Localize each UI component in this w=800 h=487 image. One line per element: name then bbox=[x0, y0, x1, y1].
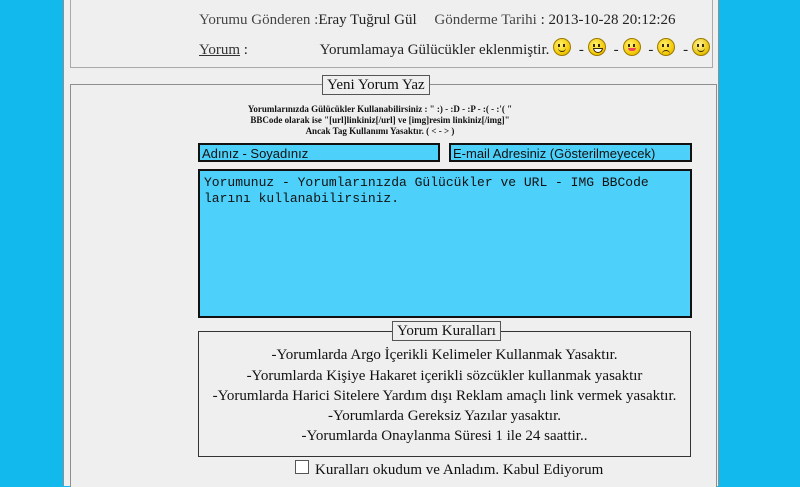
separator: - bbox=[648, 42, 654, 58]
rule-item: -Yorumlarda Gereksiz Yazılar yasaktır. bbox=[327, 408, 561, 424]
accept-rules-row[interactable]: Kuralları okudum ve Anladım. Kabul Ediyo… bbox=[295, 460, 603, 479]
separator: - bbox=[613, 42, 619, 58]
usage-notes: Yorumlarınızda Gülücükler Kullanabilirsi… bbox=[130, 104, 630, 137]
comment-textarea[interactable]: Yorumunuz - Yorumlarınızda Gülücükler ve… bbox=[198, 169, 692, 318]
date-label: Gönderme Tarihi bbox=[434, 12, 537, 28]
smiley-note: Yorumlarınızda Gülücükler Kullanabilirsi… bbox=[247, 104, 513, 114]
previous-comment-panel: Yorumu Gönderen :Eray Tuğrul Gül Gönderm… bbox=[70, 0, 713, 68]
name-input[interactable]: Adınız - Soyadınız bbox=[198, 143, 440, 162]
date-value: : 2013-10-28 20:12:26 bbox=[540, 12, 676, 28]
rule-item: -Yorumlarda Argo İçerikli Kelimeler Kull… bbox=[271, 347, 618, 363]
rules-legend: Yorum Kuralları bbox=[392, 321, 501, 341]
separator: - bbox=[578, 42, 584, 58]
comment-text-row: Yorum : Yorumlamaya Gülücükler eklenmişt… bbox=[199, 38, 711, 59]
rule-item: -Yorumlarda Harici Sitelere Yardım dışı … bbox=[212, 388, 677, 404]
sad-icon bbox=[657, 38, 676, 56]
smile-icon bbox=[553, 38, 572, 56]
comment-colon: : bbox=[243, 42, 248, 58]
accept-rules-label: Kuralları okudum ve Anladım. Kabul Ediyo… bbox=[315, 462, 604, 478]
comment-meta-row: Yorumu Gönderen :Eray Tuğrul Gül Gönderm… bbox=[199, 12, 676, 29]
rule-item: -Yorumlarda Kişiye Hakaret içerikli sözc… bbox=[246, 368, 643, 384]
tag-note: Ancak Tag Kullanımı Yasaktır. ( < - > ) bbox=[305, 126, 455, 136]
grin-icon bbox=[587, 38, 606, 56]
previous-comment-body: Yorumu Gönderen :Eray Tuğrul Gül Gönderm… bbox=[191, 0, 711, 66]
tongue-icon bbox=[622, 38, 641, 56]
comment-label: Yorum bbox=[199, 42, 240, 58]
sender-name: Eray Tuğrul Gül bbox=[318, 12, 417, 28]
separator: - bbox=[683, 42, 689, 58]
rule-item: -Yorumlarda Onaylanma Süresi 1 ile 24 sa… bbox=[301, 428, 588, 444]
comment-text: Yorumlamaya Gülücükler eklenmiştir. bbox=[319, 42, 550, 58]
eye-smiley-icon bbox=[692, 38, 711, 56]
bbcode-note: BBCode olarak ise "[url]linkiniz[/url] v… bbox=[250, 115, 510, 125]
accept-rules-checkbox[interactable] bbox=[295, 460, 309, 474]
new-comment-legend: Yeni Yorum Yaz bbox=[322, 75, 430, 95]
email-input[interactable]: E-mail Adresiniz (Gösterilmeyecek) bbox=[449, 143, 692, 162]
sender-label: Yorumu Gönderen : bbox=[199, 12, 319, 28]
